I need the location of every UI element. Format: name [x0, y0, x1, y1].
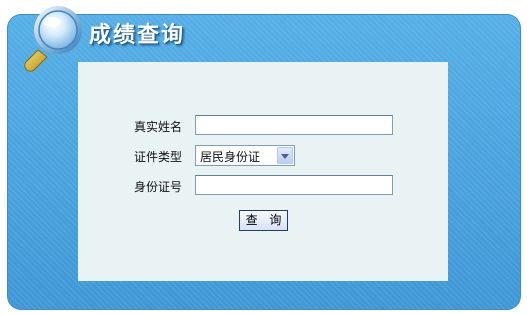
id-number-input[interactable] [195, 175, 393, 195]
real-name-input[interactable] [195, 115, 393, 135]
query-button[interactable]: 查 询 [239, 210, 288, 231]
chevron-down-icon[interactable] [277, 147, 293, 164]
id-type-select[interactable]: 居民身份证 [195, 145, 295, 166]
id-type-label: 证件类型 [134, 150, 183, 164]
query-form [78, 62, 448, 281]
real-name-label: 真实姓名 [134, 120, 183, 134]
page-title: 成绩查询 [89, 23, 186, 48]
id-number-label: 身份证号 [134, 180, 183, 194]
id-type-selected-value: 居民身份证 [200, 150, 261, 164]
